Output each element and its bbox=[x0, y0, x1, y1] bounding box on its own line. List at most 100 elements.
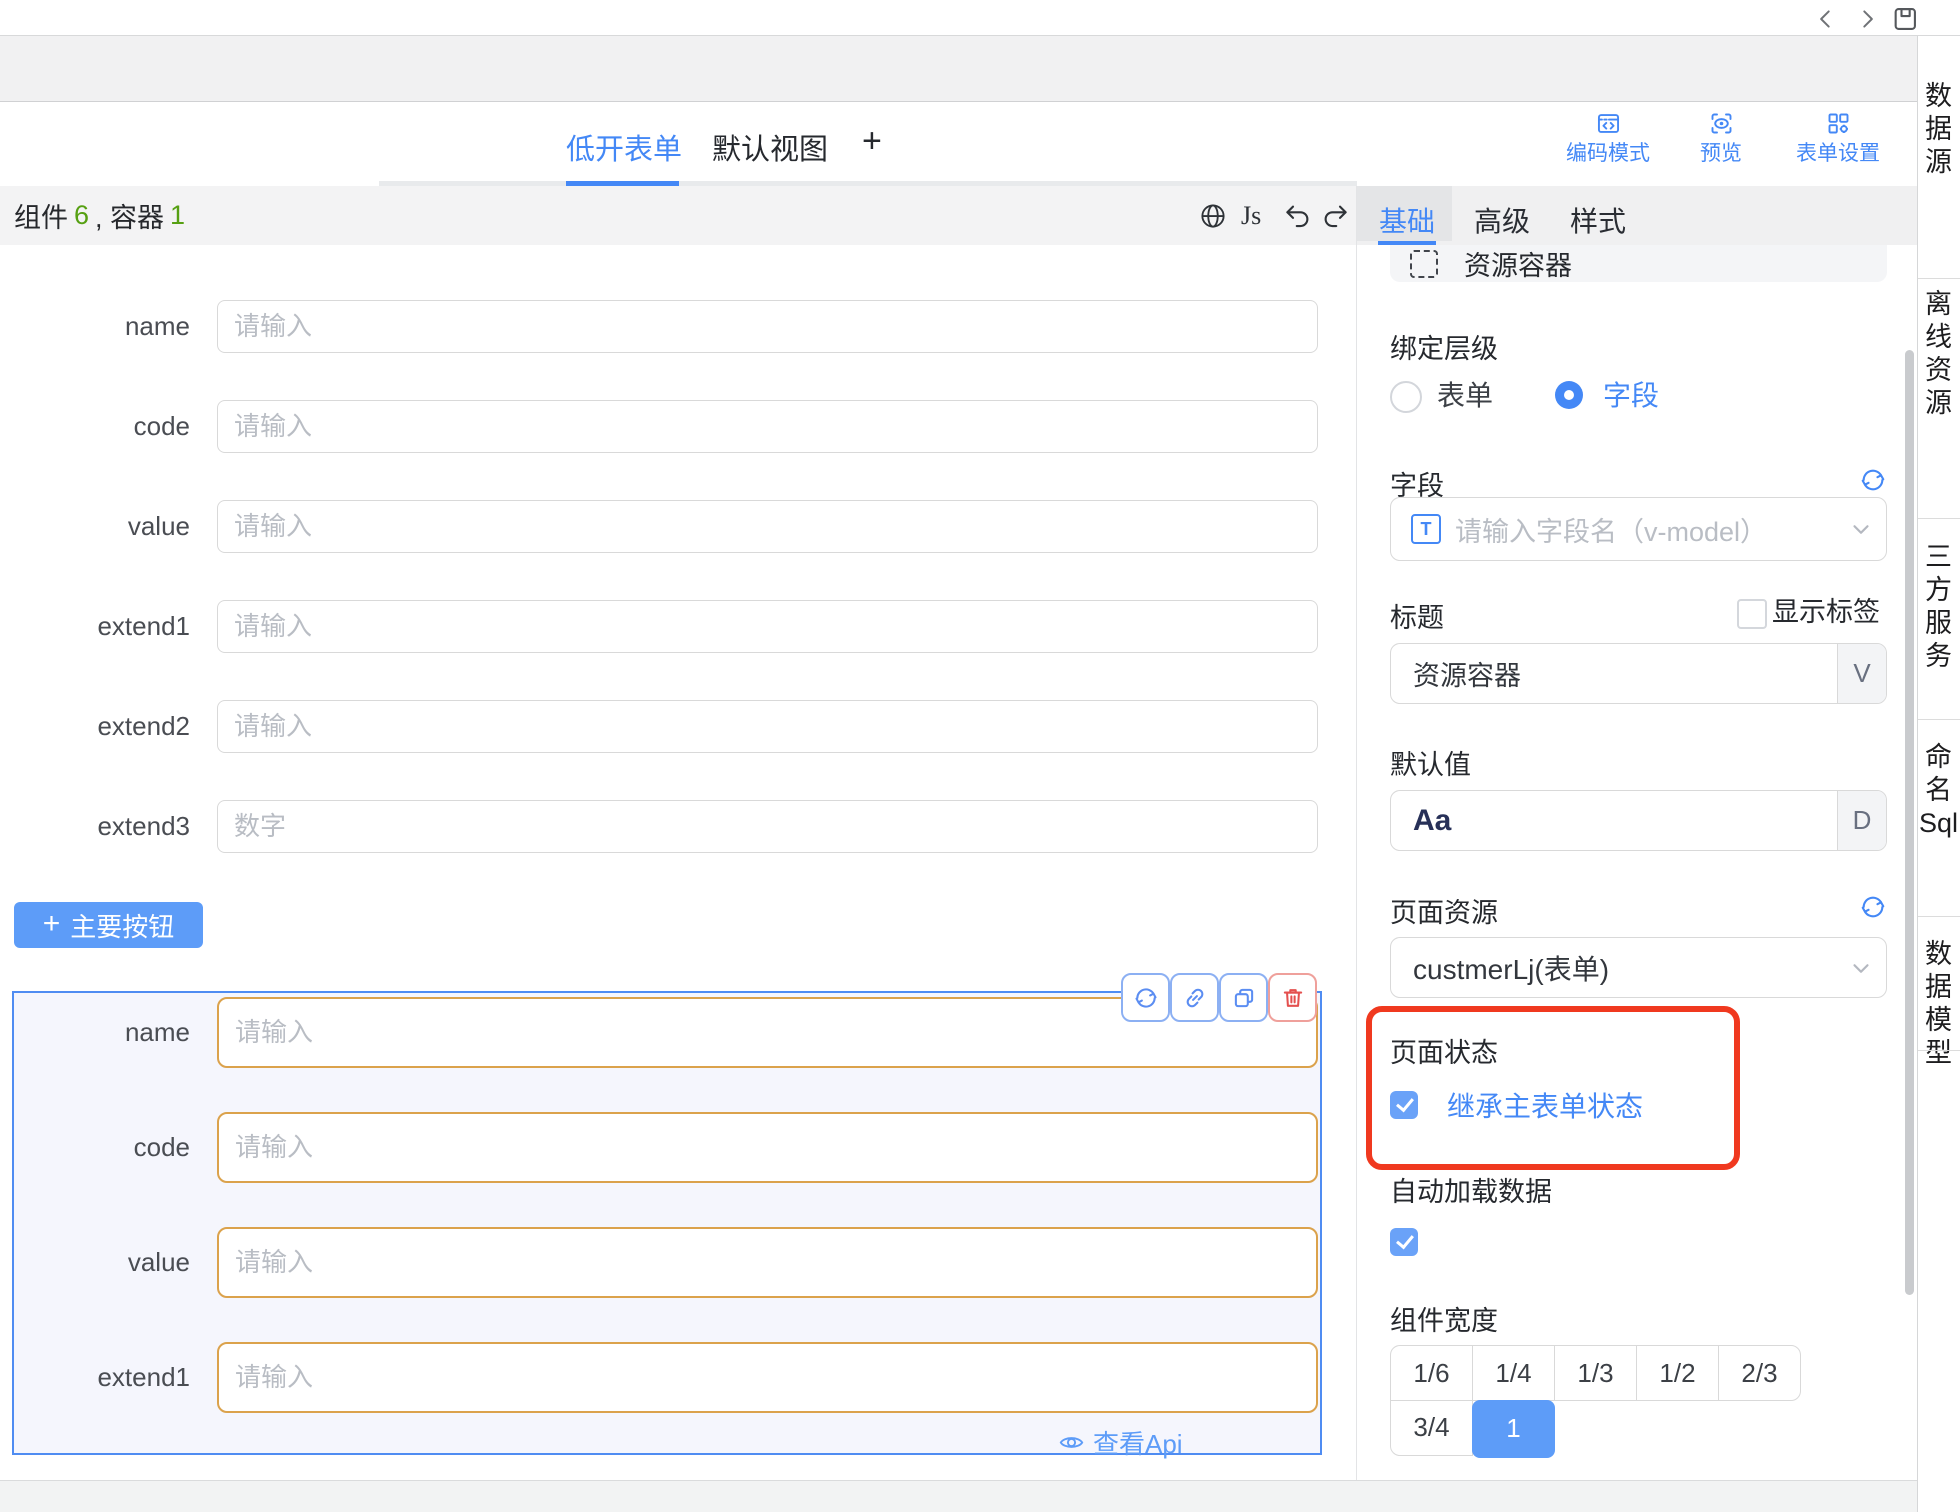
preview-button[interactable]: 预览 bbox=[1666, 110, 1776, 167]
field-label: value bbox=[60, 500, 190, 553]
code-mode-label: 编码模式 bbox=[1566, 142, 1650, 165]
field-label: extend3 bbox=[60, 800, 190, 853]
chevron-down-icon bbox=[1848, 955, 1874, 981]
name-input[interactable] bbox=[217, 300, 1318, 353]
container-delete-button[interactable] bbox=[1268, 973, 1317, 1022]
page-resource-select[interactable]: custmerLj(表单) bbox=[1390, 937, 1887, 998]
primary-button-label: 主要按钮 bbox=[70, 907, 174, 944]
default-value-label: 默认值 bbox=[1390, 743, 1471, 782]
sidebar-divider bbox=[1918, 278, 1960, 279]
title-input-value: 资源容器 bbox=[1413, 644, 1521, 703]
field-label: value bbox=[60, 1227, 190, 1298]
extend2-input[interactable] bbox=[217, 700, 1318, 753]
redo-icon[interactable] bbox=[1320, 186, 1350, 245]
container-extend1-input[interactable] bbox=[217, 1342, 1318, 1413]
forward-icon[interactable] bbox=[1853, 5, 1881, 33]
plus-icon: + bbox=[43, 907, 61, 941]
auto-load-label: 自动加载数据 bbox=[1390, 1170, 1552, 1209]
code-mode-button[interactable]: 编码模式 bbox=[1553, 110, 1663, 167]
canvas-header bbox=[0, 186, 1357, 245]
js-editor-button[interactable]: Js bbox=[1241, 186, 1261, 245]
page-state-label: 页面状态 bbox=[1390, 1031, 1498, 1070]
field-select[interactable]: T 请输入字段名（v-model） bbox=[1390, 497, 1887, 561]
radio-form-label[interactable]: 表单 bbox=[1437, 381, 1493, 409]
sidebar-divider bbox=[1918, 916, 1960, 917]
show-label-text[interactable]: 显示标签 bbox=[1772, 597, 1880, 625]
width-option-2-3[interactable]: 2/3 bbox=[1718, 1345, 1801, 1401]
container-copy-button[interactable] bbox=[1219, 973, 1268, 1022]
field-label: extend1 bbox=[60, 600, 190, 653]
sidebar-item-named-sql[interactable]: 命名Sql bbox=[1917, 741, 1960, 840]
tab-default-view[interactable]: 默认视图 bbox=[712, 126, 828, 168]
inherit-state-checkbox[interactable] bbox=[1390, 1091, 1418, 1119]
field-label: name bbox=[60, 997, 190, 1068]
code-input[interactable] bbox=[217, 400, 1318, 453]
add-view-button[interactable]: + bbox=[862, 122, 882, 161]
form-designer-app: 低开表单 默认视图 + 编码模式 预览 表单设置 基础 高级 样式 组件 bbox=[0, 0, 1960, 1512]
footer-strip bbox=[0, 1480, 1917, 1512]
field-label: extend2 bbox=[60, 700, 190, 753]
field-label: extend1 bbox=[60, 1342, 190, 1413]
code-window-icon bbox=[1553, 110, 1663, 137]
sidebar-item-offline-resource[interactable]: 离线资源 bbox=[1917, 288, 1960, 420]
binding-level-label: 绑定层级 bbox=[1390, 327, 1498, 366]
container-count: 1 bbox=[170, 200, 185, 231]
container-value-input[interactable] bbox=[217, 1227, 1318, 1298]
undo-icon[interactable] bbox=[1283, 186, 1313, 245]
container-link-button[interactable] bbox=[1170, 973, 1219, 1022]
container-word: , 容器 bbox=[95, 196, 164, 235]
component-word: 组件 bbox=[14, 196, 68, 235]
default-value-input[interactable]: Aa D bbox=[1390, 790, 1887, 851]
preview-label: 预览 bbox=[1700, 142, 1742, 165]
panel-divider bbox=[1356, 186, 1357, 1480]
auto-load-checkbox[interactable] bbox=[1390, 1228, 1418, 1256]
panel-tab-advanced[interactable]: 高级 bbox=[1474, 200, 1530, 240]
panel-tab-basic[interactable]: 基础 bbox=[1379, 200, 1435, 240]
width-option-1-2[interactable]: 1/2 bbox=[1636, 1345, 1719, 1401]
width-option-1-6[interactable]: 1/6 bbox=[1390, 1345, 1473, 1401]
field-label: code bbox=[60, 400, 190, 453]
radio-field[interactable] bbox=[1555, 381, 1583, 409]
view-api-link[interactable]: 查看Api bbox=[1058, 1424, 1183, 1461]
radio-form[interactable] bbox=[1390, 381, 1422, 413]
width-option-3-4[interactable]: 3/4 bbox=[1390, 1400, 1473, 1456]
save-icon[interactable] bbox=[1891, 5, 1919, 33]
panel-scrollbar[interactable] bbox=[1905, 350, 1914, 1295]
show-label-checkbox[interactable] bbox=[1737, 599, 1767, 629]
page-resource-refresh-icon[interactable] bbox=[1859, 893, 1887, 921]
form-settings-button[interactable]: 表单设置 bbox=[1783, 110, 1893, 167]
title-variable-suffix[interactable]: V bbox=[1837, 644, 1886, 703]
component-count-title: 组件 6 , 容器 1 bbox=[14, 186, 191, 245]
inherit-state-label[interactable]: 继承主表单状态 bbox=[1447, 1092, 1643, 1120]
sidebar-divider bbox=[1918, 719, 1960, 720]
title-section-label: 标题 bbox=[1390, 596, 1444, 635]
field-type-text-icon: T bbox=[1411, 514, 1441, 544]
top-bar bbox=[0, 0, 1960, 36]
sidebar-item-third-party-service[interactable]: 三方服务 bbox=[1917, 541, 1960, 673]
value-input[interactable] bbox=[217, 500, 1318, 553]
extend3-input[interactable] bbox=[217, 800, 1318, 853]
i18n-globe-icon[interactable] bbox=[1198, 186, 1228, 245]
default-value-suffix[interactable]: D bbox=[1837, 791, 1886, 850]
back-icon[interactable] bbox=[1812, 5, 1840, 33]
field-label: code bbox=[60, 1112, 190, 1183]
component-count: 6 bbox=[74, 200, 89, 231]
extend1-input[interactable] bbox=[217, 600, 1318, 653]
primary-button[interactable]: + 主要按钮 bbox=[14, 902, 203, 948]
eye-icon bbox=[1058, 1429, 1085, 1456]
panel-tab-style[interactable]: 样式 bbox=[1570, 200, 1626, 240]
width-option-1-4[interactable]: 1/4 bbox=[1472, 1345, 1555, 1401]
container-code-input[interactable] bbox=[217, 1112, 1318, 1183]
component-tree-item[interactable]: 资源容器 bbox=[1390, 245, 1887, 282]
radio-field-label[interactable]: 字段 bbox=[1603, 381, 1659, 409]
width-option-1-3[interactable]: 1/3 bbox=[1554, 1345, 1637, 1401]
field-label: name bbox=[60, 300, 190, 353]
container-refresh-button[interactable] bbox=[1121, 973, 1170, 1022]
sidebar-divider bbox=[1918, 518, 1960, 519]
width-option-full[interactable]: 1 bbox=[1472, 1400, 1555, 1458]
field-refresh-icon[interactable] bbox=[1859, 466, 1887, 494]
chevron-down-icon bbox=[1848, 516, 1874, 542]
tab-low-code-form[interactable]: 低开表单 bbox=[566, 126, 682, 168]
title-input[interactable]: 资源容器 V bbox=[1390, 643, 1887, 704]
sidebar-item-data-source[interactable]: 数据源 bbox=[1917, 80, 1960, 179]
